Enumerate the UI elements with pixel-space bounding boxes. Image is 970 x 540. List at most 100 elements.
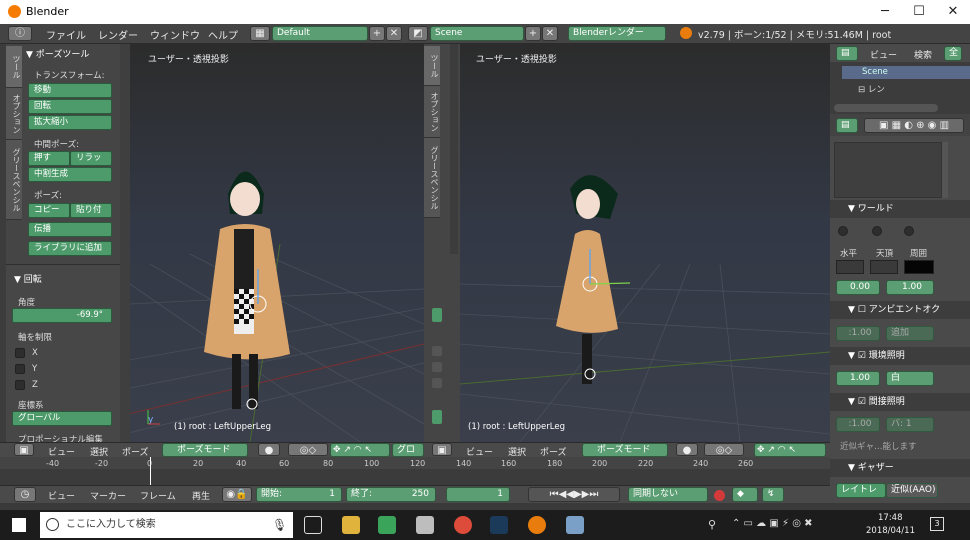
horizon-color-swatch[interactable] <box>836 260 864 274</box>
viewport-right[interactable]: ユーザー・透視投影 (1) root : LeftUpperLeg <box>460 44 830 442</box>
tray-icons[interactable]: ⌃ ▭ ☁ ▣ ⚡ ◎ ✖ <box>732 518 812 529</box>
indirect-factor-field[interactable]: :1.00 <box>836 417 880 432</box>
outliner-scrollbar[interactable] <box>834 104 938 112</box>
playhead[interactable] <box>150 457 151 485</box>
manipulator-icons[interactable]: ✥ ↗ ◠ ↖ <box>330 443 390 457</box>
add-library-button[interactable]: ライブラリに追加 <box>28 241 112 256</box>
record-button[interactable] <box>714 490 725 501</box>
indirect-section-header[interactable]: ▼ ☑ 間接照明 <box>830 393 970 411</box>
orientation-select[interactable]: グローバル <box>12 411 112 426</box>
tab-grease-pencil[interactable]: グリースペンシル <box>6 140 22 220</box>
world-radio-2[interactable] <box>872 226 882 236</box>
exposure-field[interactable]: 0.00 <box>836 280 880 295</box>
clock-date[interactable]: 2018/04/11 <box>866 526 915 536</box>
keying-icons[interactable]: ◉🔒 <box>222 487 252 502</box>
props-scrollbar[interactable] <box>942 142 948 198</box>
add-scene-button[interactable]: + <box>525 26 541 41</box>
ao-factor-field[interactable]: :1.00 <box>836 326 880 341</box>
outliner-editor-icon[interactable]: ▤ <box>836 46 858 61</box>
paste-pose-button[interactable]: 貼り付 <box>70 203 112 218</box>
pivot-icons-right[interactable]: ◎◇ <box>704 443 744 456</box>
maximize-button[interactable]: ☐ <box>902 2 936 22</box>
scale-button[interactable]: 拡大縮小 <box>28 115 112 130</box>
env-color-select[interactable]: 白 <box>886 371 934 386</box>
start-frame-field[interactable]: 開始: 1 <box>256 487 342 502</box>
tab-tools[interactable]: ツール <box>6 46 22 88</box>
outliner-view-menu[interactable]: ビュー <box>870 48 897 61</box>
sync-select[interactable]: 同期しない <box>628 487 708 502</box>
shelf-scrollbar[interactable] <box>120 44 130 442</box>
angle-field[interactable]: -69.9° <box>12 308 112 323</box>
chrome-icon[interactable] <box>454 516 472 534</box>
axis-y-checkbox[interactable] <box>15 364 25 374</box>
tl-menu-frame[interactable]: フレーム <box>140 489 176 502</box>
pivot-icons[interactable]: ◎◇ <box>288 443 328 456</box>
tab-options[interactable]: オプション <box>6 88 22 140</box>
rotate-button[interactable]: 回転 <box>28 99 112 114</box>
people-icon[interactable]: ⚲ <box>708 518 716 531</box>
manipulator-icons-right[interactable]: ✥ ↗ ◠ ↖ <box>754 443 826 457</box>
approx-ao-toggle[interactable]: 近似(AAO) <box>886 483 938 498</box>
world-radio-3[interactable] <box>904 226 914 236</box>
outliner-all-select[interactable]: 全 <box>944 46 962 61</box>
keying-set-icon[interactable]: ◆ <box>732 487 758 502</box>
app3-icon[interactable] <box>566 516 584 534</box>
remove-layout-button[interactable]: ✕ <box>386 26 402 41</box>
close-button[interactable]: ✕ <box>936 2 970 22</box>
right-tab-options[interactable]: オプション <box>424 86 440 138</box>
end-frame-field[interactable]: 終了: 250 <box>346 487 436 502</box>
world-radio-1[interactable] <box>838 226 848 236</box>
timeline-editor-icon[interactable]: ◷ <box>14 487 36 502</box>
editor-type-3d-icon-right[interactable]: ▣ <box>432 443 452 456</box>
env-energy-field[interactable]: 1.00 <box>836 371 880 386</box>
current-frame-field[interactable]: 1 <box>446 487 510 502</box>
viewport-left[interactable]: y ユーザー・透視投影 (1) root : LeftUpperLeg <box>130 44 424 442</box>
notification-icon[interactable]: 3 <box>930 517 944 531</box>
zenith-color-swatch[interactable] <box>870 260 898 274</box>
timeline-ruler[interactable]: -40 -20 0 20 40 60 80 100 120 140 160 18… <box>0 457 830 485</box>
tool-icon-4[interactable] <box>432 378 442 388</box>
ambient-color-swatch[interactable] <box>904 260 934 274</box>
outliner-renderlayers[interactable]: ⊟ レン <box>858 83 885 95</box>
relax-button[interactable]: リラッ <box>70 151 112 166</box>
blender-taskbar-icon[interactable] <box>528 516 546 534</box>
tl-menu-marker[interactable]: マーカー <box>90 489 126 502</box>
viewport-shading-icon[interactable]: ● <box>258 443 280 456</box>
editor-type-icon[interactable]: ⓘ <box>8 26 32 41</box>
tool-icon-1[interactable] <box>432 308 442 322</box>
playback-controls[interactable]: ⏮◀◀▶▶⏭ <box>528 487 620 502</box>
move-button[interactable]: 移動 <box>28 83 112 98</box>
scene-select[interactable]: Scene <box>430 26 524 41</box>
env-light-section-header[interactable]: ▼ ☑ 環境照明 <box>830 347 970 365</box>
screen-layout-icon[interactable]: ▦ <box>250 26 270 41</box>
vp-right-mode-select[interactable]: ポーズモード <box>582 443 668 457</box>
tool-icon-5[interactable] <box>432 410 442 424</box>
world-section-header[interactable]: ▼ ワールド <box>830 200 970 218</box>
tool-icon-2[interactable] <box>432 346 442 356</box>
minimize-button[interactable]: ─ <box>868 2 902 22</box>
copy-pose-button[interactable]: コピー <box>28 203 70 218</box>
taskbar-search[interactable]: ここに入力して検索 🎙 <box>40 512 293 538</box>
gather-section-header[interactable]: ▼ ギャザー <box>830 459 970 477</box>
axis-x-checkbox[interactable] <box>15 348 25 358</box>
editor-type-3d-icon[interactable]: ▣ <box>14 443 34 456</box>
scene-icon[interactable]: ◩ <box>408 26 428 41</box>
ao-section-header[interactable]: ▼ ☐ アンビエントオク <box>830 301 970 319</box>
tl-menu-playback[interactable]: 再生 <box>192 489 210 502</box>
right-tab-grease-pencil[interactable]: グリースペンシル <box>424 138 440 218</box>
viewport-shading-icon-right[interactable]: ● <box>676 443 698 456</box>
app-icon[interactable] <box>378 516 396 534</box>
breakdowner-button[interactable]: 中割生成 <box>28 167 112 182</box>
range-field[interactable]: 1.00 <box>886 280 934 295</box>
app2-icon[interactable] <box>416 516 434 534</box>
file-explorer-icon[interactable] <box>342 516 360 534</box>
key-icon[interactable]: ↯ <box>762 487 784 502</box>
clock-time[interactable]: 17:48 <box>878 513 903 523</box>
menu-render[interactable]: レンダー <box>98 27 138 42</box>
menu-help[interactable]: ヘルプ <box>208 27 238 42</box>
screen-layout-select[interactable]: Default <box>272 26 368 41</box>
vp-left-orientation[interactable]: グロ <box>392 443 424 457</box>
microphone-icon[interactable]: 🎙 <box>272 512 287 538</box>
axis-z-checkbox[interactable] <box>15 380 25 390</box>
render-engine-select[interactable]: Blenderレンダー <box>568 26 666 41</box>
